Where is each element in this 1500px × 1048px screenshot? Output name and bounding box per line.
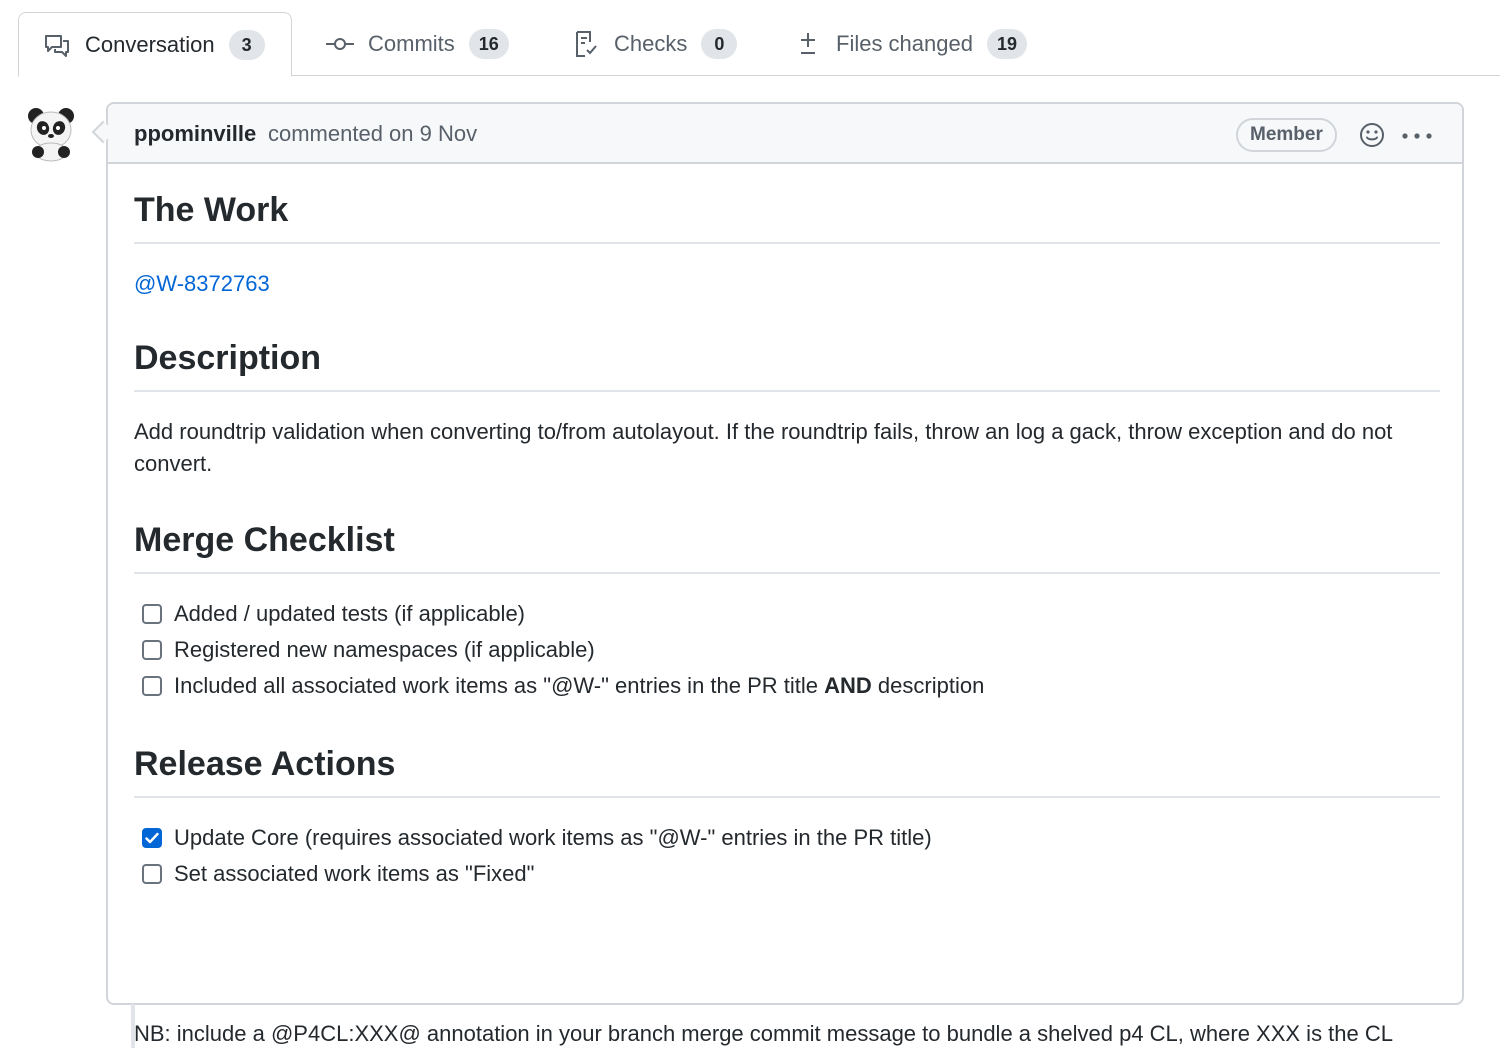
task-label-bold: AND [824, 673, 872, 698]
more-options-kebab-icon[interactable] [1400, 122, 1434, 150]
comment-author[interactable]: ppominville [134, 121, 256, 147]
comment-box: ppominville commented on 9 Nov Member Th… [106, 102, 1464, 1046]
task-label: Update Core (requires associated work it… [174, 825, 932, 850]
task-item: Update Core (requires associated work it… [142, 822, 932, 854]
checklist-icon [572, 30, 600, 58]
heading-merge-checklist: Merge Checklist [134, 520, 1440, 574]
member-badge: Member [1236, 118, 1337, 152]
git-commit-icon [326, 30, 354, 58]
task-label: Set associated work items as "Fixed" [174, 861, 535, 886]
task-checkbox-checked[interactable] [142, 828, 162, 848]
release-note: NB: include a @P4CL:XXX@ annotation in y… [134, 1021, 1393, 1046]
task-label-part: Included all associated work items as "@… [174, 673, 825, 698]
comment-header: ppominville commented on 9 Nov Member [108, 104, 1462, 164]
tab-commits[interactable]: Commits 16 [326, 12, 509, 76]
tab-conversation-label: Conversation [85, 31, 215, 57]
task-item: Added / updated tests (if applicable) [142, 598, 525, 630]
tab-conversation[interactable]: Conversation 3 [18, 12, 292, 77]
avatar[interactable] [22, 104, 80, 162]
work-item-link[interactable]: @W-8372763 [134, 271, 270, 296]
work-item-paragraph: @W-8372763 [134, 268, 1424, 300]
description-text: Add roundtrip validation when converting… [134, 419, 1393, 476]
tab-files-changed-label: Files changed [836, 31, 973, 56]
task-label: Added / updated tests (if applicable) [174, 601, 526, 626]
tab-checks[interactable]: Checks 0 [572, 12, 738, 76]
add-reaction-smiley-icon[interactable] [1358, 121, 1386, 149]
checkmark-icon [145, 832, 159, 844]
tab-files-changed[interactable]: Files changed 19 [794, 12, 1028, 76]
tab-commits-label: Commits [368, 31, 455, 56]
task-label: Registered new namespaces (if applicable… [174, 637, 595, 662]
tab-commits-count: 16 [468, 29, 509, 59]
task-label-part: description [871, 673, 985, 698]
comment-discussion-icon [43, 31, 71, 59]
task-label: Included all associated work items as "@… [174, 673, 984, 699]
heading-description: Description [134, 338, 1440, 392]
heading-the-work: The Work [134, 190, 1440, 244]
tab-conversation-count: 3 [228, 29, 265, 60]
task-checkbox[interactable] [142, 604, 162, 624]
heading-release-actions: Release Actions [134, 744, 1440, 798]
comment-timestamp[interactable]: commented on 9 Nov [268, 121, 477, 147]
tab-checks-label: Checks [614, 31, 688, 56]
pr-tab-bar: Conversation 3 Commits 16 Checks 0 Files… [18, 0, 1500, 77]
diff-icon [794, 30, 822, 58]
task-checkbox[interactable] [142, 864, 162, 884]
tab-checks-count: 0 [701, 29, 738, 59]
task-checkbox[interactable] [142, 676, 162, 696]
task-item: Included all associated work items as "@… [142, 670, 984, 702]
task-checkbox[interactable] [142, 640, 162, 660]
task-item: Registered new namespaces (if applicable… [142, 634, 595, 666]
task-item: Set associated work items as "Fixed" [142, 858, 534, 890]
timeline-line [131, 1004, 135, 1048]
tab-files-changed-count: 19 [986, 29, 1028, 59]
